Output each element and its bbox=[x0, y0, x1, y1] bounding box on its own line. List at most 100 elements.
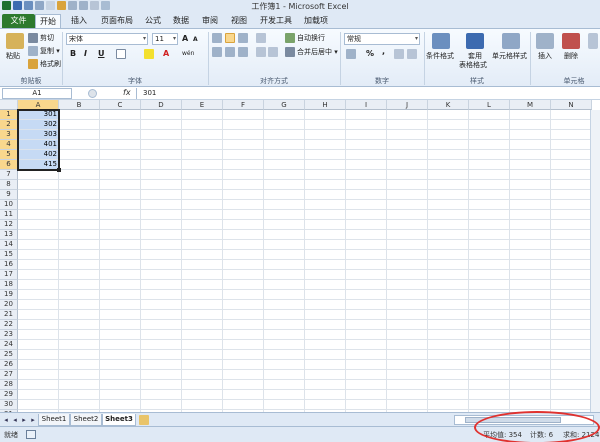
align-right-icon[interactable] bbox=[238, 47, 248, 57]
wrap-text-button[interactable]: 自动换行 bbox=[297, 33, 325, 43]
vertical-scrollbar[interactable] bbox=[590, 110, 600, 412]
row-header-12[interactable]: 12 bbox=[0, 220, 18, 230]
macro-record-icon[interactable] bbox=[26, 430, 36, 439]
column-header-l[interactable]: L bbox=[469, 100, 510, 110]
cut-icon[interactable] bbox=[28, 33, 38, 43]
name-box-resize-handle[interactable] bbox=[88, 89, 97, 98]
row-header-3[interactable]: 3 bbox=[0, 130, 18, 140]
currency-icon[interactable] bbox=[346, 49, 356, 59]
row-header-7[interactable]: 7 bbox=[0, 170, 18, 180]
tab-view[interactable]: 视图 bbox=[226, 14, 252, 28]
delete-cells-button[interactable]: 删除 bbox=[564, 51, 578, 61]
wrap-text-icon[interactable] bbox=[285, 33, 295, 43]
insert-cells-icon[interactable] bbox=[536, 33, 554, 49]
sheet-tab-sheet3[interactable]: Sheet3 bbox=[102, 414, 136, 426]
row-header-9[interactable]: 9 bbox=[0, 190, 18, 200]
align-middle-icon[interactable] bbox=[225, 33, 235, 43]
row-header-28[interactable]: 28 bbox=[0, 380, 18, 390]
fill-color-icon[interactable] bbox=[144, 49, 154, 59]
font-size-select[interactable]: 11 ▾ bbox=[152, 33, 178, 45]
row-header-4[interactable]: 4 bbox=[0, 140, 18, 150]
row-header-6[interactable]: 6 bbox=[0, 160, 18, 170]
row-header-26[interactable]: 26 bbox=[0, 360, 18, 370]
font-name-select[interactable]: 宋体 ▾ bbox=[66, 33, 148, 45]
column-header-g[interactable]: G bbox=[264, 100, 305, 110]
row-header-20[interactable]: 20 bbox=[0, 300, 18, 310]
font-color-button[interactable]: A bbox=[163, 49, 169, 59]
row-header-25[interactable]: 25 bbox=[0, 350, 18, 360]
column-header-m[interactable]: M bbox=[510, 100, 551, 110]
fill-handle[interactable] bbox=[57, 168, 61, 172]
paste-button[interactable]: 粘贴 bbox=[6, 51, 20, 61]
tab-page-layout[interactable]: 页面布局 bbox=[97, 14, 137, 28]
underline-button[interactable]: U bbox=[98, 49, 105, 59]
row-header-17[interactable]: 17 bbox=[0, 270, 18, 280]
shrink-font-button[interactable]: A bbox=[193, 35, 198, 45]
tab-file[interactable]: 文件 bbox=[2, 14, 35, 28]
align-top-icon[interactable] bbox=[212, 33, 222, 43]
worksheet-grid[interactable]: ABCDEFGHIJKLMN 1 2 3 4 5 6 7 8 9 10 11 12 13 14 15 16 17… bbox=[0, 100, 600, 412]
row-header-11[interactable]: 11 bbox=[0, 210, 18, 220]
format-painter-button[interactable]: 格式刷 bbox=[40, 59, 61, 69]
column-header-n[interactable]: N bbox=[551, 100, 592, 110]
cell-styles-button[interactable]: 单元格样式 bbox=[492, 51, 527, 61]
row-header-24[interactable]: 24 bbox=[0, 340, 18, 350]
tab-home[interactable]: 开始 bbox=[35, 14, 61, 28]
name-box[interactable]: A1 bbox=[2, 88, 72, 99]
column-header-j[interactable]: J bbox=[387, 100, 428, 110]
increase-indent-icon[interactable] bbox=[268, 47, 278, 57]
insert-function-button[interactable]: fx bbox=[123, 88, 135, 99]
italic-button[interactable]: I bbox=[84, 49, 87, 59]
row-header-16[interactable]: 16 bbox=[0, 260, 18, 270]
next-sheet-icon[interactable]: ▸ bbox=[20, 415, 28, 425]
conditional-formatting-button[interactable]: 条件格式 bbox=[426, 51, 454, 61]
merge-center-icon[interactable] bbox=[285, 47, 295, 57]
format-as-table-icon[interactable] bbox=[466, 33, 484, 49]
align-bottom-icon[interactable] bbox=[238, 33, 248, 43]
increase-decimal-icon[interactable] bbox=[394, 49, 404, 59]
percent-button[interactable]: % bbox=[366, 49, 374, 59]
align-left-icon[interactable] bbox=[212, 47, 222, 57]
row-header-10[interactable]: 10 bbox=[0, 200, 18, 210]
tab-insert[interactable]: 插入 bbox=[66, 14, 92, 28]
merge-center-button[interactable]: 合并后居中 ▾ bbox=[297, 47, 338, 57]
comma-button[interactable]: , bbox=[382, 47, 385, 57]
conditional-formatting-icon[interactable] bbox=[432, 33, 450, 49]
row-header-13[interactable]: 13 bbox=[0, 230, 18, 240]
format-painter-icon[interactable] bbox=[28, 59, 38, 69]
cell-styles-icon[interactable] bbox=[502, 33, 520, 49]
column-header-i[interactable]: I bbox=[346, 100, 387, 110]
row-header-18[interactable]: 18 bbox=[0, 280, 18, 290]
row-header-29[interactable]: 29 bbox=[0, 390, 18, 400]
row-header-22[interactable]: 22 bbox=[0, 320, 18, 330]
copy-icon[interactable] bbox=[28, 46, 38, 56]
column-header-b[interactable]: B bbox=[59, 100, 100, 110]
orientation-icon[interactable] bbox=[256, 33, 266, 43]
prev-sheet-icon[interactable]: ◂ bbox=[11, 415, 19, 425]
insert-cells-button[interactable]: 插入 bbox=[538, 51, 552, 61]
tab-addins[interactable]: 加载项 bbox=[300, 14, 332, 28]
tab-data[interactable]: 数据 bbox=[168, 14, 194, 28]
format-cells-icon[interactable] bbox=[588, 33, 598, 49]
cut-button[interactable]: 剪切 bbox=[40, 33, 54, 43]
row-header-30[interactable]: 30 bbox=[0, 400, 18, 410]
sheet-tab-sheet2[interactable]: Sheet2 bbox=[70, 414, 102, 426]
select-all-corner[interactable] bbox=[0, 100, 18, 110]
row-header-14[interactable]: 14 bbox=[0, 240, 18, 250]
decrease-decimal-icon[interactable] bbox=[407, 49, 417, 59]
tab-formulas[interactable]: 公式 bbox=[140, 14, 166, 28]
tab-developer[interactable]: 开发工具 bbox=[256, 14, 296, 28]
row-header-2[interactable]: 2 bbox=[0, 120, 18, 130]
borders-icon[interactable] bbox=[116, 49, 126, 59]
sheet-tab-sheet1[interactable]: Sheet1 bbox=[38, 414, 70, 426]
row-header-1[interactable]: 1 bbox=[0, 110, 18, 120]
phonetic-button[interactable]: wén bbox=[182, 49, 194, 59]
column-header-e[interactable]: E bbox=[182, 100, 223, 110]
align-center-icon[interactable] bbox=[225, 47, 235, 57]
row-header-23[interactable]: 23 bbox=[0, 330, 18, 340]
bold-button[interactable]: B bbox=[70, 49, 76, 59]
column-header-c[interactable]: C bbox=[100, 100, 141, 110]
copy-button[interactable]: 复制 ▾ bbox=[40, 46, 60, 56]
column-header-h[interactable]: H bbox=[305, 100, 346, 110]
row-header-8[interactable]: 8 bbox=[0, 180, 18, 190]
